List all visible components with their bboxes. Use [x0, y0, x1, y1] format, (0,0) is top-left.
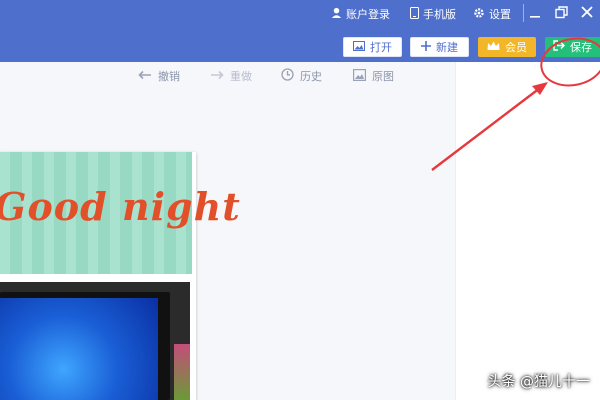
redo-button[interactable]: 重做	[210, 68, 252, 84]
save-button[interactable]: 保存	[545, 37, 600, 57]
mobile-version-label: 手机版	[423, 8, 456, 21]
redo-label: 重做	[230, 70, 252, 83]
gear-icon	[473, 7, 485, 22]
image-preview[interactable]: Good night	[0, 152, 240, 400]
settings-label: 设置	[489, 8, 511, 21]
open-button[interactable]: 打开	[343, 37, 402, 57]
vip-button[interactable]: 会员	[478, 37, 536, 57]
image-icon	[353, 40, 365, 54]
banner-image: Good night	[0, 152, 240, 274]
phone-icon	[410, 6, 419, 22]
settings-link[interactable]: 设置	[473, 6, 511, 22]
history-button[interactable]: 历史	[281, 68, 322, 84]
history-label: 历史	[300, 70, 322, 83]
undo-button[interactable]: 撤销	[138, 68, 180, 84]
app-header: 账户登录 手机版 设置 打开 新建 会员 保存	[0, 0, 600, 62]
plant-decoration	[174, 344, 190, 400]
user-icon	[331, 7, 342, 21]
picture-icon	[353, 68, 367, 84]
exit-icon	[553, 40, 565, 54]
new-button-label: 新建	[436, 41, 458, 54]
close-icon[interactable]	[580, 5, 594, 19]
watermark: 头条 @猫儿十一	[487, 374, 590, 390]
original-image-label: 原图	[372, 70, 394, 83]
undo-label: 撤销	[158, 70, 180, 83]
redo-arrow-icon	[210, 69, 224, 83]
clock-icon	[281, 68, 294, 84]
plus-icon	[421, 40, 431, 54]
right-side-panel	[455, 62, 600, 400]
window-controls	[528, 5, 594, 19]
monitor-screen	[0, 298, 158, 400]
account-login-label: 账户登录	[346, 8, 390, 21]
account-login-link[interactable]: 账户登录	[331, 6, 390, 22]
vip-button-label: 会员	[505, 41, 527, 54]
new-button[interactable]: 新建	[410, 37, 469, 57]
undo-arrow-icon	[138, 69, 152, 83]
header-divider	[523, 4, 524, 22]
mobile-version-link[interactable]: 手机版	[410, 6, 456, 22]
banner-text: Good night	[0, 184, 241, 229]
minimize-icon[interactable]	[528, 5, 542, 19]
save-button-label: 保存	[570, 41, 592, 54]
open-button-label: 打开	[370, 41, 392, 54]
crown-icon	[487, 41, 500, 54]
monitor-frame	[0, 292, 170, 400]
restore-icon[interactable]	[554, 5, 568, 19]
monitor-photo	[0, 282, 190, 400]
original-image-button[interactable]: 原图	[353, 68, 394, 84]
